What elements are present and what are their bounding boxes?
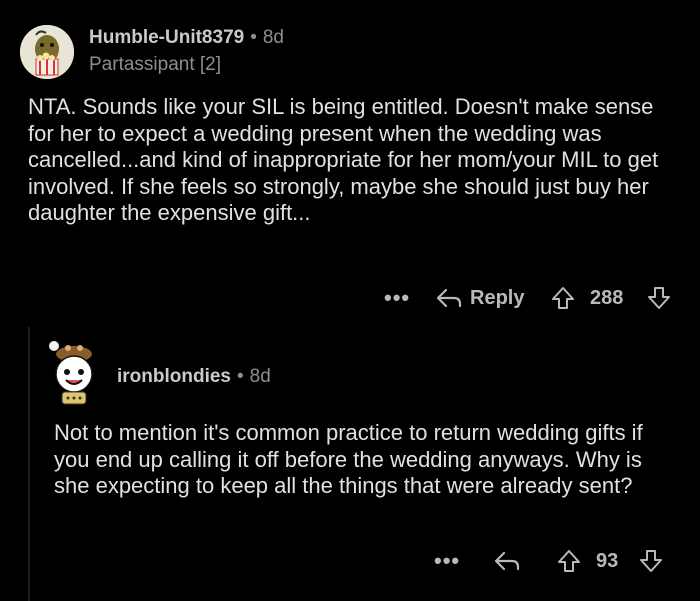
avatar[interactable] (20, 25, 74, 79)
reply-arrow-icon (436, 288, 462, 308)
vote-score: 93 (596, 549, 619, 572)
upvote-button[interactable] (550, 283, 576, 313)
avatar-image (20, 25, 74, 79)
comment-meta: Humble-Unit8379 • 8d (89, 28, 284, 47)
downvote-arrow-icon (640, 550, 662, 572)
reply-button[interactable]: Reply (436, 283, 524, 313)
comment-age: 8d (262, 27, 284, 48)
upvote-arrow-icon (558, 550, 580, 572)
comment-body: NTA. Sounds like your SIL is being entit… (28, 94, 659, 226)
avatar-image (49, 341, 93, 405)
upvote-arrow-icon (552, 287, 574, 309)
username[interactable]: Humble-Unit8379 (89, 27, 244, 48)
comment-age: 8d (249, 366, 271, 387)
downvote-button[interactable] (646, 283, 672, 313)
more-options-button[interactable]: ••• (384, 283, 410, 313)
upvote-button[interactable] (556, 546, 582, 576)
reply-arrow-icon (494, 551, 520, 571)
meta-separator: • (250, 27, 257, 48)
comment-meta: ironblondies • 8d (117, 367, 271, 386)
comment-thread: Humble-Unit8379 • 8d Partassipant [2] NTA.… (0, 0, 700, 601)
comment-actions: ••• Reply 288 (380, 283, 680, 313)
username[interactable]: ironblondies (117, 366, 231, 387)
vote-score: 288 (590, 286, 624, 309)
more-dots-icon: ••• (384, 285, 411, 310)
reply-label: Reply (470, 286, 525, 309)
user-flair: Partassipant [2] (89, 54, 222, 75)
comment-actions: ••• 93 (430, 546, 680, 576)
downvote-arrow-icon (648, 287, 670, 309)
comment-body: Not to mention it's common practice to r… (54, 420, 643, 499)
downvote-button[interactable] (638, 546, 664, 576)
avatar[interactable] (44, 340, 104, 406)
more-dots-icon: ••• (434, 548, 461, 573)
thread-indent-line[interactable] (28, 327, 30, 601)
more-options-button[interactable]: ••• (434, 546, 460, 576)
reply-button[interactable] (494, 546, 522, 576)
meta-separator: • (237, 366, 244, 387)
